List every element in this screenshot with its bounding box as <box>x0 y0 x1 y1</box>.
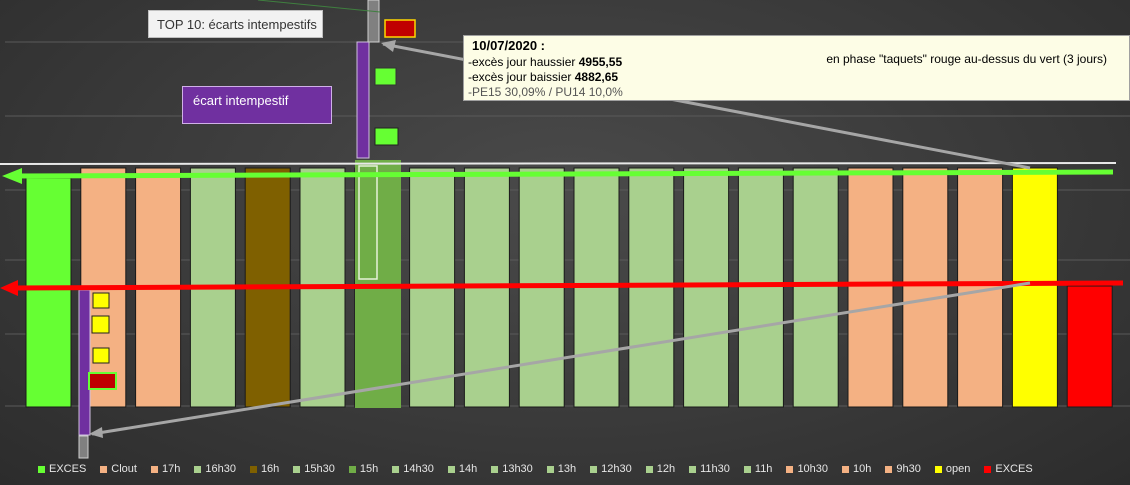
legend-swatch-5 <box>293 465 301 473</box>
legend-label-17: 9h30 <box>896 463 921 475</box>
note-baissier-label: -excès jour baissier <box>468 70 572 84</box>
note-baissier-value: 4882,65 <box>574 70 619 84</box>
legend-item-12: 12h <box>645 462 676 476</box>
legend-label-5: 15h30 <box>304 463 335 475</box>
legend-label-11: 12h30 <box>601 463 632 475</box>
bar-exces-19 <box>1066 285 1113 408</box>
legend-label-13: 11h30 <box>700 463 730 475</box>
legend-label-4: 16h <box>260 463 280 475</box>
grey-candle-left <box>78 435 89 459</box>
legend-item-2: 17h <box>150 462 181 476</box>
ecart-intempestif-text: écart intempestif <box>193 93 289 108</box>
red-square-left <box>88 372 117 390</box>
top10-title-box: TOP 10: écarts intempestifs <box>148 10 323 38</box>
top10-title-text: TOP 10: écarts intempestifs <box>157 17 317 32</box>
legend-swatch-4 <box>249 465 257 473</box>
legend-swatch-15 <box>786 465 794 473</box>
purple-candle-left <box>78 289 91 436</box>
white-reference-line <box>0 162 1117 165</box>
purple-candle-top <box>356 41 370 159</box>
legend-item-19: EXCES <box>984 462 1033 476</box>
legend-label-0: EXCES <box>49 463 87 475</box>
legend-label-1: Clout <box>111 463 137 475</box>
note-date: 10/07/2020 : <box>472 38 546 53</box>
legend-swatch-8 <box>447 465 455 473</box>
red-square-top <box>384 19 416 38</box>
bar-exces-0 <box>25 177 72 408</box>
ecart-intempestif-label-box: écart intempestif <box>182 86 332 124</box>
legend-item-6: 15h <box>348 462 379 476</box>
legend-item-7: 14h30 <box>392 462 434 476</box>
legend-item-9: 13h30 <box>491 462 533 476</box>
legend-label-9: 13h30 <box>502 463 533 475</box>
legend-item-1: Clout <box>100 462 137 476</box>
legend-swatch-6 <box>348 465 356 473</box>
legend-label-16: 10h <box>853 463 872 475</box>
red-arrowhead <box>0 280 18 296</box>
note-haussier-value: 4955,55 <box>578 55 623 69</box>
legend-label-12: 12h <box>656 463 676 475</box>
note-haussier-label: -excès jour haussier <box>468 55 576 69</box>
note-line-cut: -PE15 30,09% / PU14 10,0% <box>468 85 623 99</box>
legend-swatch-19 <box>984 465 992 473</box>
legend-swatch-0 <box>38 465 45 473</box>
legend-label-15: 10h30 <box>797 463 829 475</box>
legend-item-0: EXCES <box>38 462 86 476</box>
legend-label-3: 16h30 <box>205 463 236 475</box>
legend-label-7: 14h30 <box>403 463 434 475</box>
yellow-square-2 <box>92 347 110 364</box>
legend-item-4: 16h <box>249 462 280 476</box>
green-square-2 <box>374 127 399 146</box>
legend-item-15: 10h30 <box>786 462 828 476</box>
note-line-baissier: -excès jour baissier 4882,65 <box>468 70 1125 84</box>
legend-swatch-16 <box>842 465 850 473</box>
legend-item-16: 10h <box>842 462 871 476</box>
legend-label-2: 17h <box>161 463 181 475</box>
connector-arrowhead-bottom <box>89 427 103 438</box>
green-square-1 <box>374 67 397 86</box>
date-note-box: 10/07/2020 : en phase "taquets" rouge au… <box>463 35 1130 101</box>
legend-swatch-3 <box>194 465 202 473</box>
grey-candle-top <box>367 0 380 43</box>
legend-swatch-18 <box>934 465 942 473</box>
legend-swatch-12 <box>645 465 653 473</box>
legend-item-5: 15h30 <box>293 462 335 476</box>
legend-swatch-10 <box>546 465 554 473</box>
green-arrowhead <box>2 168 22 184</box>
legend-swatch-13 <box>689 465 697 473</box>
note-phase: en phase "taquets" rouge au-dessus du ve… <box>826 52 1107 66</box>
legend-swatch-7 <box>392 465 400 473</box>
bar-11h-14 <box>792 167 839 408</box>
legend-swatch-14 <box>743 465 751 473</box>
legend-swatch-1 <box>100 465 108 473</box>
legend-swatch-11 <box>590 465 598 473</box>
legend-label-19: EXCES <box>995 463 1033 475</box>
legend-item-8: 14h <box>447 462 478 476</box>
legend-item-3: 16h30 <box>194 462 236 476</box>
legend-label-14: 11h <box>754 463 773 475</box>
bar-10h-16 <box>902 167 949 408</box>
legend-swatch-9 <box>491 465 499 473</box>
legend-item-14: 11h <box>743 462 773 476</box>
legend-item-10: 13h <box>546 462 577 476</box>
legend-label-8: 14h <box>458 463 478 475</box>
legend-swatch-2 <box>150 465 158 473</box>
legend-label-10: 13h <box>557 463 577 475</box>
legend-item-17: 9h30 <box>885 462 921 476</box>
legend-item-13: 11h30 <box>689 462 730 476</box>
legend-item-18: open <box>934 462 971 476</box>
yellow-square-0 <box>92 292 110 309</box>
legend-item-11: 12h30 <box>590 462 632 476</box>
bar-10h30-15 <box>847 167 894 408</box>
yellow-square-1 <box>91 315 110 334</box>
legend-label-18: open <box>945 463 971 475</box>
bar-11h30-13 <box>737 167 784 408</box>
bar-open-18 <box>1011 167 1058 408</box>
legend-swatch-17 <box>885 465 893 473</box>
legend-label-6: 15h <box>359 463 379 475</box>
bar-12h-12 <box>683 167 730 408</box>
chart-legend: EXCES Clout 17h 16h30 16h 15h30 15h 14h30 14h 13h… <box>38 462 1047 476</box>
